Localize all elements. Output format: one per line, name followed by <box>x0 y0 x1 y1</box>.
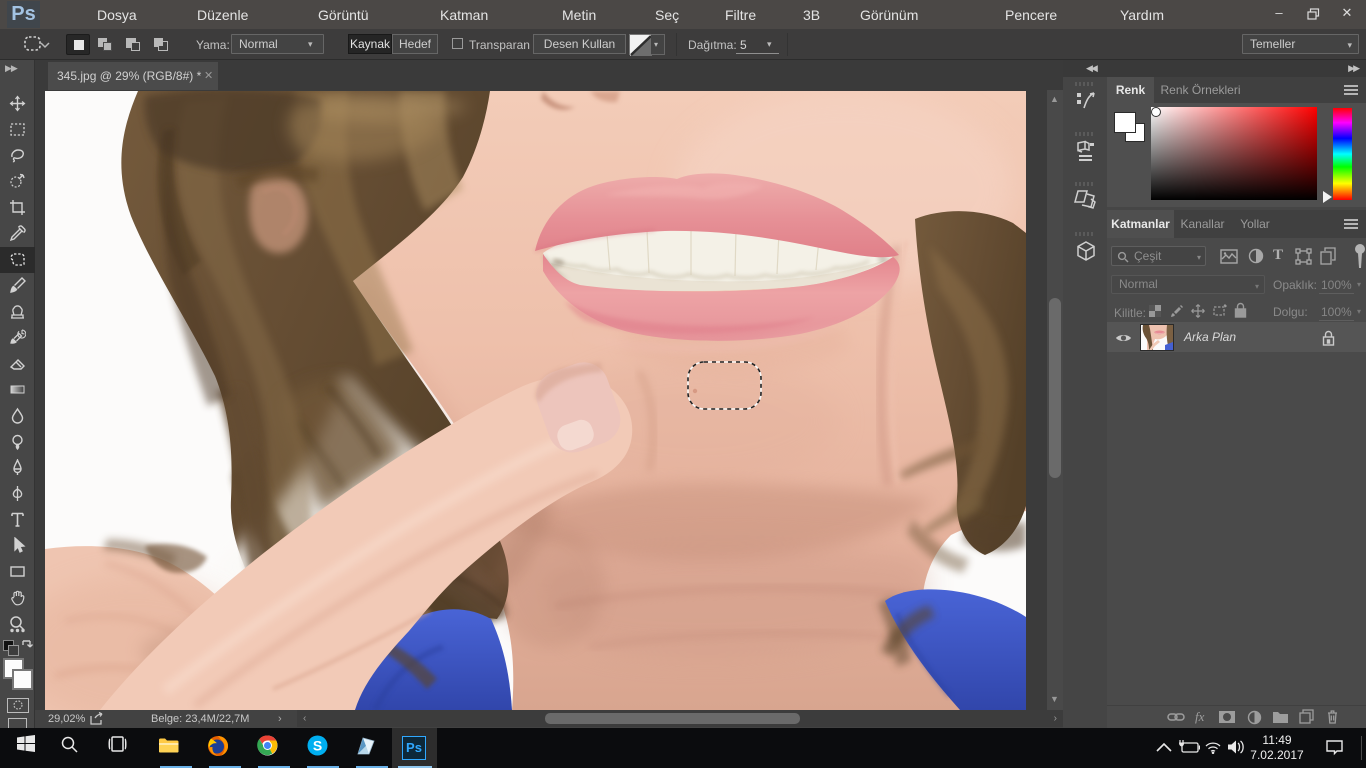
svg-text:S: S <box>313 738 322 754</box>
